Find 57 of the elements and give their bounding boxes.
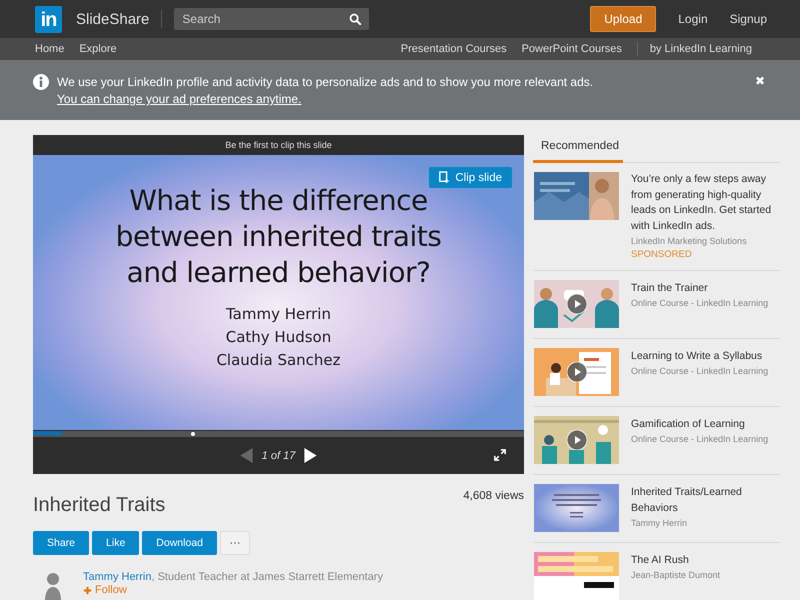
nav-link[interactable]: Explore: [79, 43, 117, 55]
next-icon[interactable]: [303, 447, 318, 464]
search-icon[interactable]: [349, 13, 362, 25]
item-title[interactable]: Train the Trainer: [631, 280, 780, 296]
header-link[interactable]: Login: [678, 12, 708, 26]
action-button[interactable]: Share: [33, 531, 90, 555]
header-link[interactable]: Signup: [730, 12, 767, 26]
progress-track[interactable]: [33, 431, 524, 437]
item-source: LinkedIn Marketing Solutions: [631, 235, 748, 248]
nav-link[interactable]: by LinkedIn Learning: [650, 43, 752, 55]
info-icon: [33, 74, 49, 90]
slide-author: Cathy Hudson: [224, 327, 332, 348]
recommended-tab[interactable]: Recommended: [533, 135, 623, 163]
play-icon[interactable]: [567, 294, 587, 314]
author-role: , Student Teacher at James Starrett Elementary: [151, 571, 383, 583]
item-title[interactable]: Learning to Write a Syllabus: [631, 348, 780, 364]
close-button[interactable]: ✖: [755, 74, 765, 88]
action-button[interactable]: Download: [142, 531, 217, 555]
sponsored-label: SPONSORED: [631, 249, 693, 260]
slide-title-line: and learned behavior?: [126, 255, 432, 291]
clip-prompt: Be the first to clip this slide: [224, 139, 333, 152]
more-button[interactable]: ···: [220, 531, 250, 555]
notice-text: We use your LinkedIn profile and activity data to personalize ads and to show you more relevant ads. You can change your ad preferences anytime.: [57, 74, 594, 108]
item-source: Online Course - LinkedIn Learning: [631, 365, 770, 378]
search-field[interactable]: Search: [174, 8, 370, 30]
item-title[interactable]: Inherited Traits/Learned Behaviors: [631, 484, 780, 516]
item-source: Online Course - LinkedIn Learning: [631, 297, 770, 310]
item-title[interactable]: Gamification of Learning: [631, 416, 780, 432]
item-source: Tammy Herrin: [631, 517, 688, 530]
play-icon[interactable]: [567, 362, 587, 382]
action-button[interactable]: Like: [92, 531, 140, 555]
progress-marker[interactable]: [191, 432, 195, 436]
play-icon[interactable]: [567, 430, 587, 450]
presentation-title: Inherited Traits: [33, 494, 166, 517]
page-indicator: 1 of 17: [262, 450, 296, 462]
item-title[interactable]: The AI Rush: [631, 552, 780, 568]
nav-link[interactable]: PowerPoint Courses: [522, 43, 622, 55]
fullscreen-icon[interactable]: [494, 449, 506, 461]
upload-button[interactable]: Upload: [590, 6, 656, 32]
nav-link[interactable]: Presentation Courses: [400, 43, 507, 55]
nav-link[interactable]: Home: [35, 43, 64, 55]
slide-title-line: between inherited traits: [116, 219, 442, 255]
slide-author: Tammy Herrin: [224, 304, 332, 325]
preferences-link[interactable]: You can change your ad preferences anytime.: [57, 92, 302, 106]
logo[interactable]: in: [35, 6, 62, 32]
brand-name[interactable]: SlideShare: [76, 10, 150, 28]
view-count: 4,608 views: [463, 490, 524, 502]
avatar-icon: [43, 571, 63, 600]
clip-slide-button[interactable]: Clip slide: [429, 167, 512, 188]
slide-author: Claudia Sanchez: [216, 350, 341, 371]
clip-icon: [439, 171, 450, 184]
item-source: Online Course - LinkedIn Learning: [631, 433, 770, 446]
plus-icon: [83, 586, 92, 594]
item-title[interactable]: You’re only a few steps away from generating high-quality leads on LinkedIn. Get started with LinkedIn ads.: [631, 172, 780, 234]
author-link[interactable]: Tammy Herrin: [83, 571, 152, 583]
item-source: Jean-Baptiste Dumont: [631, 569, 722, 582]
slide-title-line: What is the difference: [128, 183, 429, 219]
